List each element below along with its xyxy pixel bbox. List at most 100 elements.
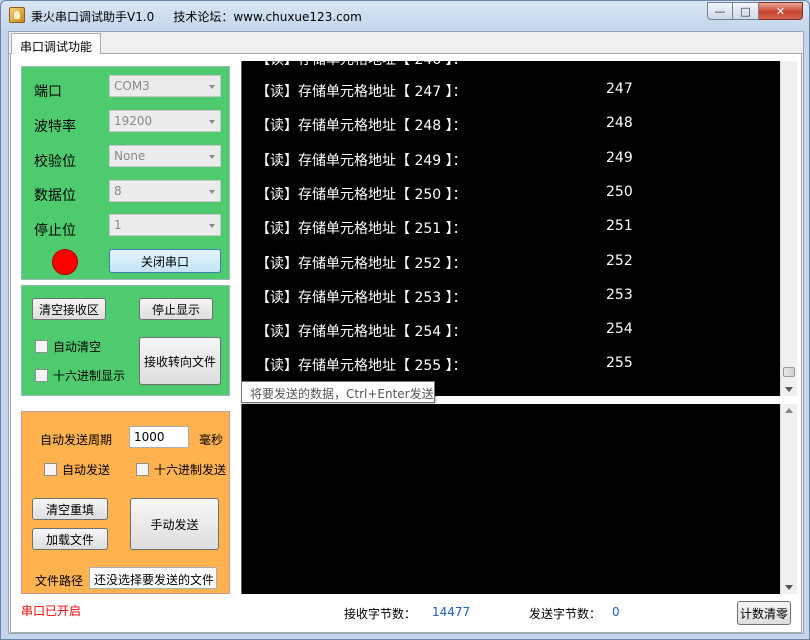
maximize-button[interactable]: □ xyxy=(733,2,759,20)
send-tooltip: 将要发送的数据，Ctrl+Enter发送 xyxy=(241,381,435,403)
send-options-panel: 自动发送周期 1000 毫秒 自动发送 十六进制发送 清空重填 手动发送 加载文… xyxy=(21,411,230,594)
close-button[interactable]: ✕ xyxy=(759,2,803,20)
databits-value: 8 xyxy=(114,184,122,198)
receive-line: 【读】存储单元格地址【 247 】： 247 xyxy=(256,81,633,101)
hex-display-label: 十六进制显示 xyxy=(53,369,126,383)
databits-label: 数据位 xyxy=(34,188,76,204)
receive-line-value: 254 xyxy=(606,321,633,338)
hex-send-label: 十六进制发送 xyxy=(154,463,227,477)
send-period-input[interactable]: 1000 xyxy=(129,426,189,448)
receive-line-text: 【读】存储单元格地址【 247 】： xyxy=(256,84,467,100)
chevron-down-icon xyxy=(209,224,215,228)
receive-line: 【读】存储单元格地址【 255 】： 255 xyxy=(256,355,633,375)
send-period-label: 自动发送周期 xyxy=(40,433,113,447)
baud-label: 波特率 xyxy=(34,119,76,135)
clear-receive-button[interactable]: 清空接收区 xyxy=(32,298,106,320)
receive-line-text: 【读】存储单元格地址【 251 】： xyxy=(256,221,467,238)
stopbits-select[interactable]: 1 xyxy=(109,214,221,236)
receive-line: 【读】存储单元格地址【 248 】： 248 xyxy=(256,115,633,135)
window-title: 秉火串口调试助手V1.0 技术论坛：www.chuxue123.com xyxy=(31,10,362,24)
load-file-button[interactable]: 加载文件 xyxy=(32,528,108,550)
clear-send-button[interactable]: 清空重填 xyxy=(32,498,108,520)
window-controls: — □ ✕ xyxy=(707,2,803,20)
receive-line-value: 253 xyxy=(606,286,633,303)
chevron-down-icon xyxy=(209,120,215,124)
receive-line-value: 247 xyxy=(606,81,633,97)
checkbox-box xyxy=(136,463,149,476)
maximize-icon: □ xyxy=(740,4,751,18)
tab-serial-debug[interactable]: 串口调试功能 xyxy=(11,33,102,55)
scroll-down-icon[interactable] xyxy=(785,387,793,392)
auto-clear-checkbox[interactable]: 自动清空 xyxy=(35,338,101,355)
close-port-button[interactable]: 关闭串口 xyxy=(109,249,221,273)
file-path-label: 文件路径 xyxy=(35,574,84,588)
receive-line-value: 246 xyxy=(606,61,633,65)
receive-scrollbar[interactable] xyxy=(780,61,797,396)
port-status-led xyxy=(52,249,78,275)
receive-options-panel: 清空接收区 停止显示 自动清空 十六进制显示 接收转向文件 xyxy=(21,285,230,396)
redirect-to-file-button[interactable]: 接收转向文件 xyxy=(139,337,221,385)
receive-line-text: 【读】存储单元格地址【 254 】： xyxy=(256,324,467,341)
receive-line: 【读】存储单元格地址【 254 】： 254 xyxy=(256,321,633,341)
stopbits-value: 1 xyxy=(114,218,122,232)
checkbox-box xyxy=(35,340,48,353)
receive-line: 【读】存储单元格地址【 253 】： 253 xyxy=(256,287,633,307)
port-state-text: 串口已开启 xyxy=(21,604,82,618)
chevron-down-icon xyxy=(209,155,215,159)
file-path-field[interactable]: 还没选择要发送的文件 xyxy=(89,567,217,589)
parity-select[interactable]: None xyxy=(109,145,221,167)
port-select[interactable]: COM3 xyxy=(109,75,221,97)
receive-line-value: 255 xyxy=(606,355,633,372)
checkbox-box xyxy=(35,369,48,382)
manual-send-button[interactable]: 手动发送 xyxy=(130,498,219,550)
receive-line: 【读】存储单元格地址【 249 】： 249 xyxy=(256,150,633,170)
port-value: COM3 xyxy=(114,79,150,93)
client-area: 串口调试功能 端口 COM3 波特率 19200 校验位 None 数据位 8 … xyxy=(8,31,804,634)
receive-line: 【读】存储单元格地址【 252 】： 252 xyxy=(256,253,633,273)
send-scrollbar[interactable] xyxy=(780,404,797,594)
parity-value: None xyxy=(114,149,146,163)
chevron-down-icon xyxy=(209,190,215,194)
recv-count-label: 接收字节数： xyxy=(344,607,417,621)
auto-send-checkbox[interactable]: 自动发送 xyxy=(44,461,110,478)
receive-line-text: 【读】存储单元格地址【 253 】： xyxy=(256,289,467,306)
scrollbar-thumb[interactable] xyxy=(783,367,795,377)
scroll-up-icon[interactable] xyxy=(785,408,793,413)
receive-line-partial: 【读】存储单元格地址【 246 】：246 xyxy=(256,61,633,69)
app-icon xyxy=(9,7,25,23)
app-window: 秉火串口调试助手V1.0 技术论坛：www.chuxue123.com — □ … xyxy=(0,0,810,640)
receive-line-text: 【读】存储单元格地址【 249 】： xyxy=(256,152,467,169)
receive-text-area[interactable]: 【读】存储单元格地址【 246 】：246 【读】存储单元格地址【 247 】：… xyxy=(241,61,797,396)
receive-line-text: 【读】存储单元格地址【 255 】： xyxy=(256,358,467,375)
tab-page: 端口 COM3 波特率 19200 校验位 None 数据位 8 停止位 1 关… xyxy=(10,54,802,633)
receive-line-value: 248 xyxy=(606,115,633,132)
hex-display-checkbox[interactable]: 十六进制显示 xyxy=(35,367,125,384)
tab-strip: 串口调试功能 xyxy=(9,32,803,55)
minimize-button[interactable]: — xyxy=(707,2,733,20)
receive-line: 【读】存储单元格地址【 250 】： 250 xyxy=(256,184,633,204)
scroll-down-icon[interactable] xyxy=(785,585,793,590)
parity-label: 校验位 xyxy=(34,154,76,170)
baud-select[interactable]: 19200 xyxy=(109,110,221,132)
send-count-value: 0 xyxy=(612,605,620,619)
receive-line-value: 249 xyxy=(606,149,633,166)
close-icon: ✕ xyxy=(775,4,786,18)
databits-select[interactable]: 8 xyxy=(109,180,221,202)
period-unit-label: 毫秒 xyxy=(199,433,224,447)
reset-counters-button[interactable]: 计数清零 xyxy=(737,601,791,625)
auto-clear-label: 自动清空 xyxy=(53,340,102,354)
chevron-down-icon xyxy=(209,85,215,89)
receive-line: 【读】存储单元格地址【 251 】： 251 xyxy=(256,218,633,238)
receive-line-value: 251 xyxy=(606,218,633,235)
stopbits-label: 停止位 xyxy=(34,223,76,239)
receive-line-text: 【读】存储单元格地址【 252 】： xyxy=(256,255,467,272)
receive-line-text: 【读】存储单元格地址【 250 】： xyxy=(256,186,467,203)
checkbox-box xyxy=(44,463,57,476)
hex-send-checkbox[interactable]: 十六进制发送 xyxy=(136,461,226,478)
receive-line-value: 252 xyxy=(606,252,633,269)
receive-line-value: 250 xyxy=(606,183,633,200)
stop-display-button[interactable]: 停止显示 xyxy=(139,298,213,320)
baud-value: 19200 xyxy=(114,114,153,128)
send-text-area[interactable] xyxy=(241,404,797,594)
auto-send-label: 自动发送 xyxy=(62,463,111,477)
